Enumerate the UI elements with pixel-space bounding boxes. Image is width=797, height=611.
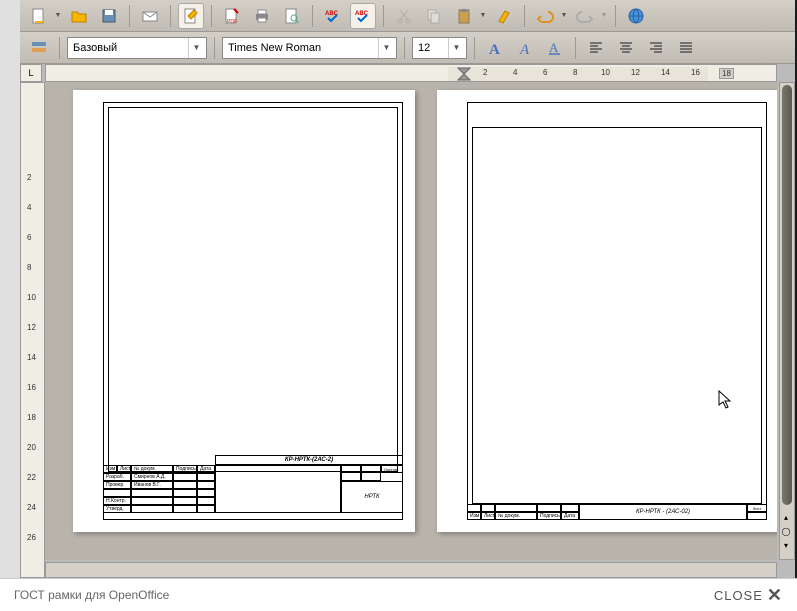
redo-button[interactable]	[572, 3, 598, 29]
new-dropdown[interactable]: ▼	[54, 12, 62, 19]
undo-dropdown[interactable]: ▼	[560, 12, 568, 19]
ruler-mark: 18	[719, 68, 734, 79]
ruler-mark: 2	[483, 68, 487, 77]
new-document-button[interactable]	[26, 3, 52, 29]
save-button[interactable]	[96, 3, 122, 29]
svg-text:A: A	[489, 42, 500, 57]
workspace: L 2 4 6 8 10 12 14 16 18 2 4 6 8 10 12 1…	[20, 64, 795, 578]
title-block: Изм Лист № докум. Подпись Дата Разраб. С…	[103, 465, 403, 520]
ruler-corner[interactable]: L	[20, 64, 42, 82]
horizontal-scrollbar[interactable]	[45, 562, 777, 578]
undo-button[interactable]	[532, 3, 558, 29]
paragraph-style-dropdown[interactable]: ▼	[188, 38, 204, 58]
cut-button[interactable]	[391, 3, 417, 29]
italic-button[interactable]: A	[512, 35, 538, 61]
open-button[interactable]	[66, 3, 92, 29]
nav-prev-icon[interactable]: ▴	[780, 511, 792, 523]
main-toolbar: ▼ PDF ABC ABC ▼ ▼ ▼	[20, 0, 795, 32]
print-button[interactable]	[249, 3, 275, 29]
svg-text:PDF: PDF	[227, 19, 237, 25]
align-right-button[interactable]	[643, 35, 669, 61]
font-name-dropdown[interactable]: ▼	[378, 38, 394, 58]
close-button[interactable]: CLOSE ✕	[714, 585, 783, 606]
ruler-mark: 10	[27, 293, 36, 302]
ruler-mark: 10	[601, 68, 610, 77]
vertical-ruler[interactable]: 2 4 6 8 10 12 14 16 18 20 22 24 26	[20, 82, 45, 578]
format-paintbrush-button[interactable]	[491, 3, 517, 29]
spellcheck-button[interactable]: ABC	[320, 3, 346, 29]
hyperlink-button[interactable]	[623, 3, 649, 29]
paragraph-style-combo[interactable]: ▼	[67, 37, 207, 59]
scrollbar-thumb[interactable]	[782, 85, 792, 505]
ruler-mark: 26	[27, 533, 36, 542]
ruler-mark: 12	[27, 323, 36, 332]
page-2: Изм Лист № докум. Подпись Дата КР-НРТК -…	[437, 90, 777, 532]
paste-button[interactable]	[451, 3, 477, 29]
nav-next-icon[interactable]: ▾	[780, 539, 792, 551]
underline-button[interactable]: A	[542, 35, 568, 61]
nav-object-icon[interactable]: ◯	[780, 525, 792, 537]
redo-dropdown[interactable]: ▼	[600, 12, 608, 19]
close-label: CLOSE	[714, 588, 763, 603]
doc-code: КР-НРТК-(2АС-2)	[215, 455, 403, 465]
copy-button[interactable]	[421, 3, 447, 29]
font-size-dropdown[interactable]: ▼	[448, 38, 464, 58]
ruler-mark: 14	[661, 68, 670, 77]
svg-text:A: A	[519, 42, 530, 57]
ruler-mark: 6	[543, 68, 547, 77]
org-name: НРТК	[341, 481, 403, 513]
styles-button[interactable]	[26, 35, 52, 61]
font-size-combo[interactable]: ▼	[412, 37, 467, 59]
ruler-mark: 4	[513, 68, 517, 77]
ruler-mark: 14	[27, 353, 36, 362]
horizontal-ruler[interactable]: 2 4 6 8 10 12 14 16 18	[45, 64, 777, 82]
ruler-mark: 12	[631, 68, 640, 77]
font-size-input[interactable]	[413, 38, 448, 58]
doc-code: КР-НРТК - (2АС-02)	[579, 504, 747, 520]
align-justify-button[interactable]	[673, 35, 699, 61]
export-pdf-button[interactable]: PDF	[219, 3, 245, 29]
bold-button[interactable]: A	[482, 35, 508, 61]
app-window: ▼ PDF ABC ABC ▼ ▼ ▼ ▼	[20, 0, 795, 578]
svg-text:A: A	[549, 40, 559, 55]
formatting-toolbar: ▼ ▼ ▼ A A A	[20, 32, 795, 64]
ruler-mark: 24	[27, 503, 36, 512]
align-left-button[interactable]	[583, 35, 609, 61]
close-icon: ✕	[767, 585, 783, 606]
ruler-mark: 16	[691, 68, 700, 77]
print-preview-button[interactable]	[279, 3, 305, 29]
title-block-small: Изм Лист № докум. Подпись Дата КР-НРТК -…	[467, 504, 767, 520]
paste-dropdown[interactable]: ▼	[479, 12, 487, 19]
vertical-scrollbar[interactable]: ▴ ◯ ▾	[779, 82, 795, 560]
ruler-mark: 8	[573, 68, 577, 77]
mail-button[interactable]	[137, 3, 163, 29]
font-name-input[interactable]	[223, 38, 378, 58]
indent-marker-icon[interactable]	[457, 67, 471, 81]
ruler-mark: 6	[27, 233, 31, 242]
left-strip	[0, 0, 20, 578]
ruler-mark: 8	[27, 263, 31, 272]
document-canvas[interactable]: Изм Лист № докум. Подпись Дата Разраб. С…	[45, 82, 777, 560]
paragraph-style-input[interactable]	[68, 38, 188, 58]
font-name-combo[interactable]: ▼	[222, 37, 397, 59]
align-center-button[interactable]	[613, 35, 639, 61]
ruler-mark: 4	[27, 203, 31, 212]
footer-caption: ГОСТ рамки для OpenOffice	[14, 588, 169, 602]
ruler-mark: 20	[27, 443, 36, 452]
auto-spellcheck-button[interactable]: ABC	[350, 3, 376, 29]
footer-bar: ГОСТ рамки для OpenOffice CLOSE ✕	[0, 578, 797, 611]
edit-document-button[interactable]	[178, 3, 204, 29]
ruler-mark: 22	[27, 473, 36, 482]
ruler-mark: 16	[27, 383, 36, 392]
ruler-mark: 18	[27, 413, 36, 422]
ruler-mark: 2	[27, 173, 31, 182]
page-1: Изм Лист № докум. Подпись Дата Разраб. С…	[73, 90, 415, 532]
